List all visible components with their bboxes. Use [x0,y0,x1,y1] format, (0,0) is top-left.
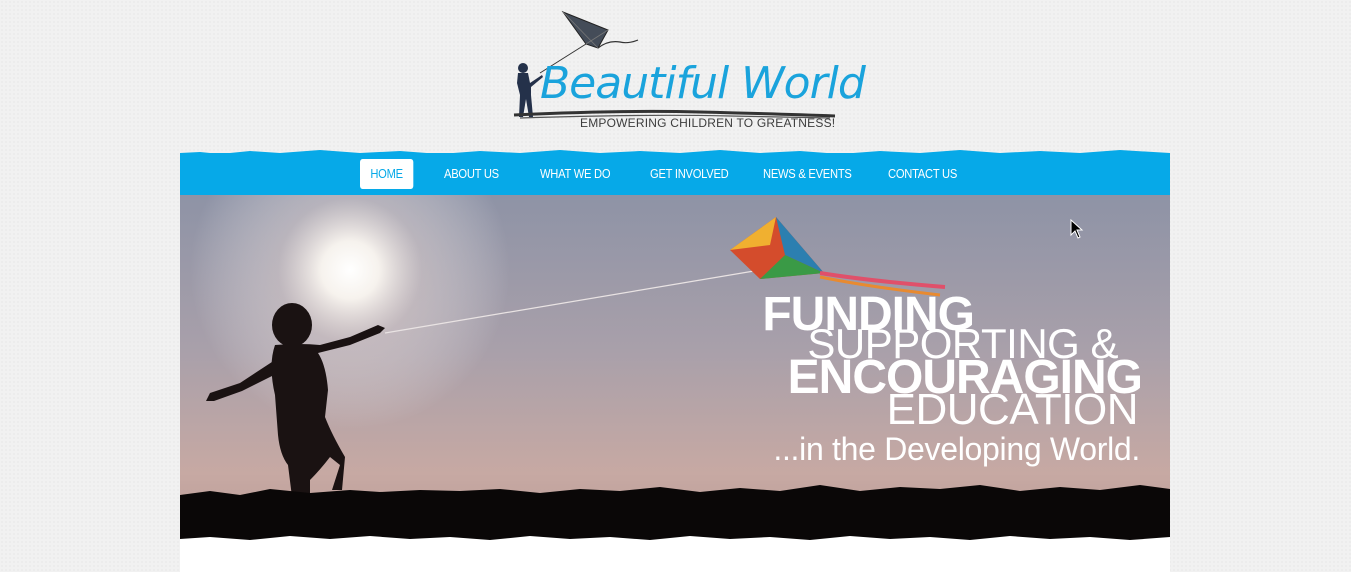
logo-tagline: EMPOWERING CHILDREN TO GREATNESS! [580,116,836,130]
hero-line-education: EDUCATION [886,385,1139,434]
hero-banner: FUNDING SUPPORTING & ENCOURAGING EDUCATI… [180,195,1170,543]
nav-item-about-us[interactable]: ABOUT US [444,159,499,189]
hero-line-developing-world: ...in the Developing World. [773,431,1140,467]
site-logo[interactable]: Beautiful World EMPOWERING CHILDREN TO G… [500,6,866,136]
logo-wordmark: Beautiful World [540,58,866,109]
nav-item-news-events[interactable]: NEWS & EVENTS [763,159,852,189]
mouse-cursor-icon [1070,219,1084,239]
nav-menu: HOME ABOUT US WHAT WE DO GET INVOLVED NE… [180,159,1170,189]
nav-item-what-we-do[interactable]: WHAT WE DO [540,159,611,189]
content-area-top [180,540,1170,572]
nav-item-home[interactable]: HOME [360,159,414,189]
nav-item-get-involved[interactable]: GET INVOLVED [650,159,729,189]
nav-item-contact-us[interactable]: CONTACT US [888,159,957,189]
